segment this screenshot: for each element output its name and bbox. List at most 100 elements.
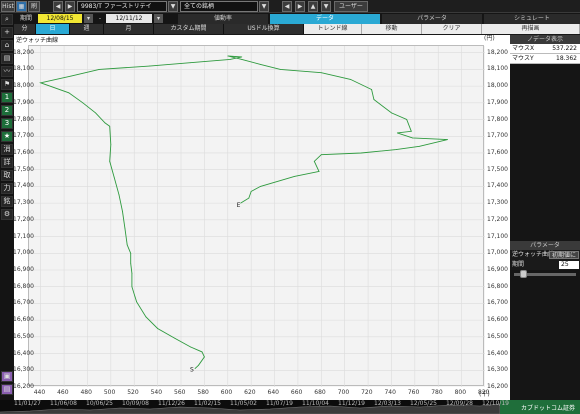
x-tick-label: 820 xyxy=(478,389,490,396)
trendline-button[interactable]: トレンド線 xyxy=(304,24,362,34)
grid-icon[interactable]: ▦ xyxy=(16,1,27,12)
x-tick-label: 700 xyxy=(337,389,350,396)
detail-button[interactable]: 詳 xyxy=(1,157,13,168)
period-slider-knob[interactable] xyxy=(519,270,527,278)
input-button[interactable]: 力 xyxy=(1,183,13,194)
navigator-date-label: 11/10/04 xyxy=(302,400,329,407)
market-dropdown-icon[interactable]: ▼ xyxy=(259,1,269,12)
y-tick-label-right: 17,300 xyxy=(487,199,508,207)
curve-point xyxy=(373,99,375,100)
user-button[interactable]: ユーザー xyxy=(334,1,368,12)
clear-button[interactable]: クリア xyxy=(422,24,482,34)
reset-default-button[interactable]: 初期値に xyxy=(548,251,579,259)
curve-point xyxy=(250,191,252,192)
curve-point xyxy=(360,152,362,154)
tab-custom-period[interactable]: カスタム期間 xyxy=(154,24,224,34)
left-arrow-icon[interactable]: ◀ xyxy=(282,1,292,12)
settings-icon[interactable]: ⚙ xyxy=(1,209,13,220)
navigator-date-label: 10/09/08 xyxy=(122,400,149,407)
trade-button[interactable]: 取 xyxy=(1,170,13,181)
tab-day[interactable]: 日 xyxy=(36,24,70,34)
start-marker: S xyxy=(190,367,194,374)
curve-point xyxy=(40,82,42,84)
stock-button[interactable]: 銘 xyxy=(1,196,13,207)
layout-icon[interactable]: ▤ xyxy=(1,384,13,395)
tab-simulate[interactable]: シミュレート xyxy=(484,14,580,24)
down-arrow-icon[interactable]: ▼ xyxy=(321,1,331,12)
y-tick-label: 17,200 xyxy=(13,215,34,223)
x-tick-label: 680 xyxy=(314,389,326,396)
y-tick-label-right: 16,700 xyxy=(487,299,508,307)
right-arrow-icon[interactable]: ▶ xyxy=(295,1,305,12)
date-to-picker-icon[interactable]: ▾ xyxy=(154,14,163,23)
curve-point xyxy=(130,262,132,264)
curve-point xyxy=(113,177,115,179)
preset-1-button[interactable]: 1 xyxy=(1,92,13,103)
star-icon[interactable]: ★ xyxy=(1,131,13,142)
tab-week[interactable]: 週 xyxy=(70,24,104,34)
curve-point xyxy=(122,211,123,212)
navigator-bar[interactable]: 11/01/27 11/06/08 10/06/25 10/09/08 11/12/26… xyxy=(0,400,580,414)
tab-parameter[interactable]: パラメータ xyxy=(382,14,482,24)
y-tick-label: 16,600 xyxy=(13,316,34,324)
market-select[interactable]: 全ての銘柄 xyxy=(180,1,258,12)
plus-icon[interactable]: + xyxy=(1,27,13,38)
preset-3-button[interactable]: 3 xyxy=(1,118,13,129)
y-tick-label-right: 16,500 xyxy=(487,332,508,340)
y-tick-label: 17,700 xyxy=(13,132,34,140)
stock-code-field[interactable]: 9983/T ファーストリテイ xyxy=(77,1,167,12)
preset-2-button[interactable]: 2 xyxy=(1,105,13,116)
move-button[interactable]: 移動 xyxy=(362,24,422,34)
hist-button[interactable]: Hist xyxy=(1,1,15,12)
mouse-y-label: マウスY xyxy=(512,55,534,62)
curve-point xyxy=(241,58,243,60)
right-panel: ノデータ表示 マウスX 537.222 マウスY 18.362 パラメータ 逆ウ… xyxy=(510,35,580,400)
curve-point xyxy=(189,346,191,348)
date-to-field[interactable]: 12/11/12 xyxy=(106,14,152,23)
redraw-button[interactable]: 再描画 xyxy=(482,24,580,34)
curve-point xyxy=(130,252,132,254)
chart-area[interactable]: 逆ウォッチ曲線 (円) (千) SE 18,200 18,100 18,000 17,… xyxy=(13,35,510,400)
next-stock-icon[interactable]: ▶ xyxy=(65,1,75,12)
date-from-picker-icon[interactable]: ▾ xyxy=(84,14,93,23)
tab-price-rate[interactable]: 値動率 xyxy=(178,14,268,24)
navigator-date-label: 11/06/08 xyxy=(50,400,77,407)
search-icon[interactable]: ⌕ xyxy=(1,14,13,25)
palette-icon[interactable]: ▣ xyxy=(1,371,13,382)
flag-icon[interactable]: ⚑ xyxy=(1,79,13,90)
erase-button[interactable]: 消 xyxy=(1,144,13,155)
curve-point xyxy=(70,75,72,77)
param-row: 逆ウォッチ曲線 初期値に xyxy=(510,250,580,260)
chart-icon[interactable]: ▤ xyxy=(1,53,13,64)
tab-data[interactable]: データ xyxy=(270,14,380,24)
y-tick-label: 16,800 xyxy=(13,282,34,290)
x-tick-label: 460 xyxy=(57,389,69,396)
y-tick-label: 16,300 xyxy=(13,366,34,374)
curve-point xyxy=(131,272,133,274)
split-button[interactable]: 刷 xyxy=(28,1,40,12)
period-input[interactable]: 25 xyxy=(559,261,579,269)
y-tick-label: 18,200 xyxy=(13,48,34,56)
tab-minute[interactable]: 分 xyxy=(14,24,36,34)
plot-area[interactable]: SE xyxy=(28,45,486,388)
navigator-date-label: 11/12/19 xyxy=(338,400,365,407)
tab-month[interactable]: 月 xyxy=(104,24,154,34)
prev-stock-icon[interactable]: ◀ xyxy=(53,1,63,12)
brand-logo: カブドットコム証券 xyxy=(521,405,576,412)
curve-point xyxy=(241,56,243,58)
date-from-field[interactable]: 12/08/15 xyxy=(38,14,82,23)
up-arrow-icon[interactable]: ▲ xyxy=(308,1,318,12)
curve-point xyxy=(395,149,397,151)
curve-point xyxy=(350,79,351,80)
y-tick-label-right: 16,200 xyxy=(487,383,508,390)
stock-dropdown-icon[interactable]: ▼ xyxy=(168,1,178,12)
curve-point xyxy=(406,119,408,120)
curve-point xyxy=(313,160,315,162)
y-tick-label: 17,100 xyxy=(13,232,34,240)
tab-usd-conversion[interactable]: USドル換算 xyxy=(224,24,304,34)
line-icon[interactable]: 〰 xyxy=(1,66,13,77)
bank-icon[interactable]: ⌂ xyxy=(1,40,13,51)
chart-title: 逆ウォッチ曲線 xyxy=(16,37,59,44)
curve-point xyxy=(194,368,196,370)
navigator-date-label: 12/03/13 xyxy=(374,400,401,407)
